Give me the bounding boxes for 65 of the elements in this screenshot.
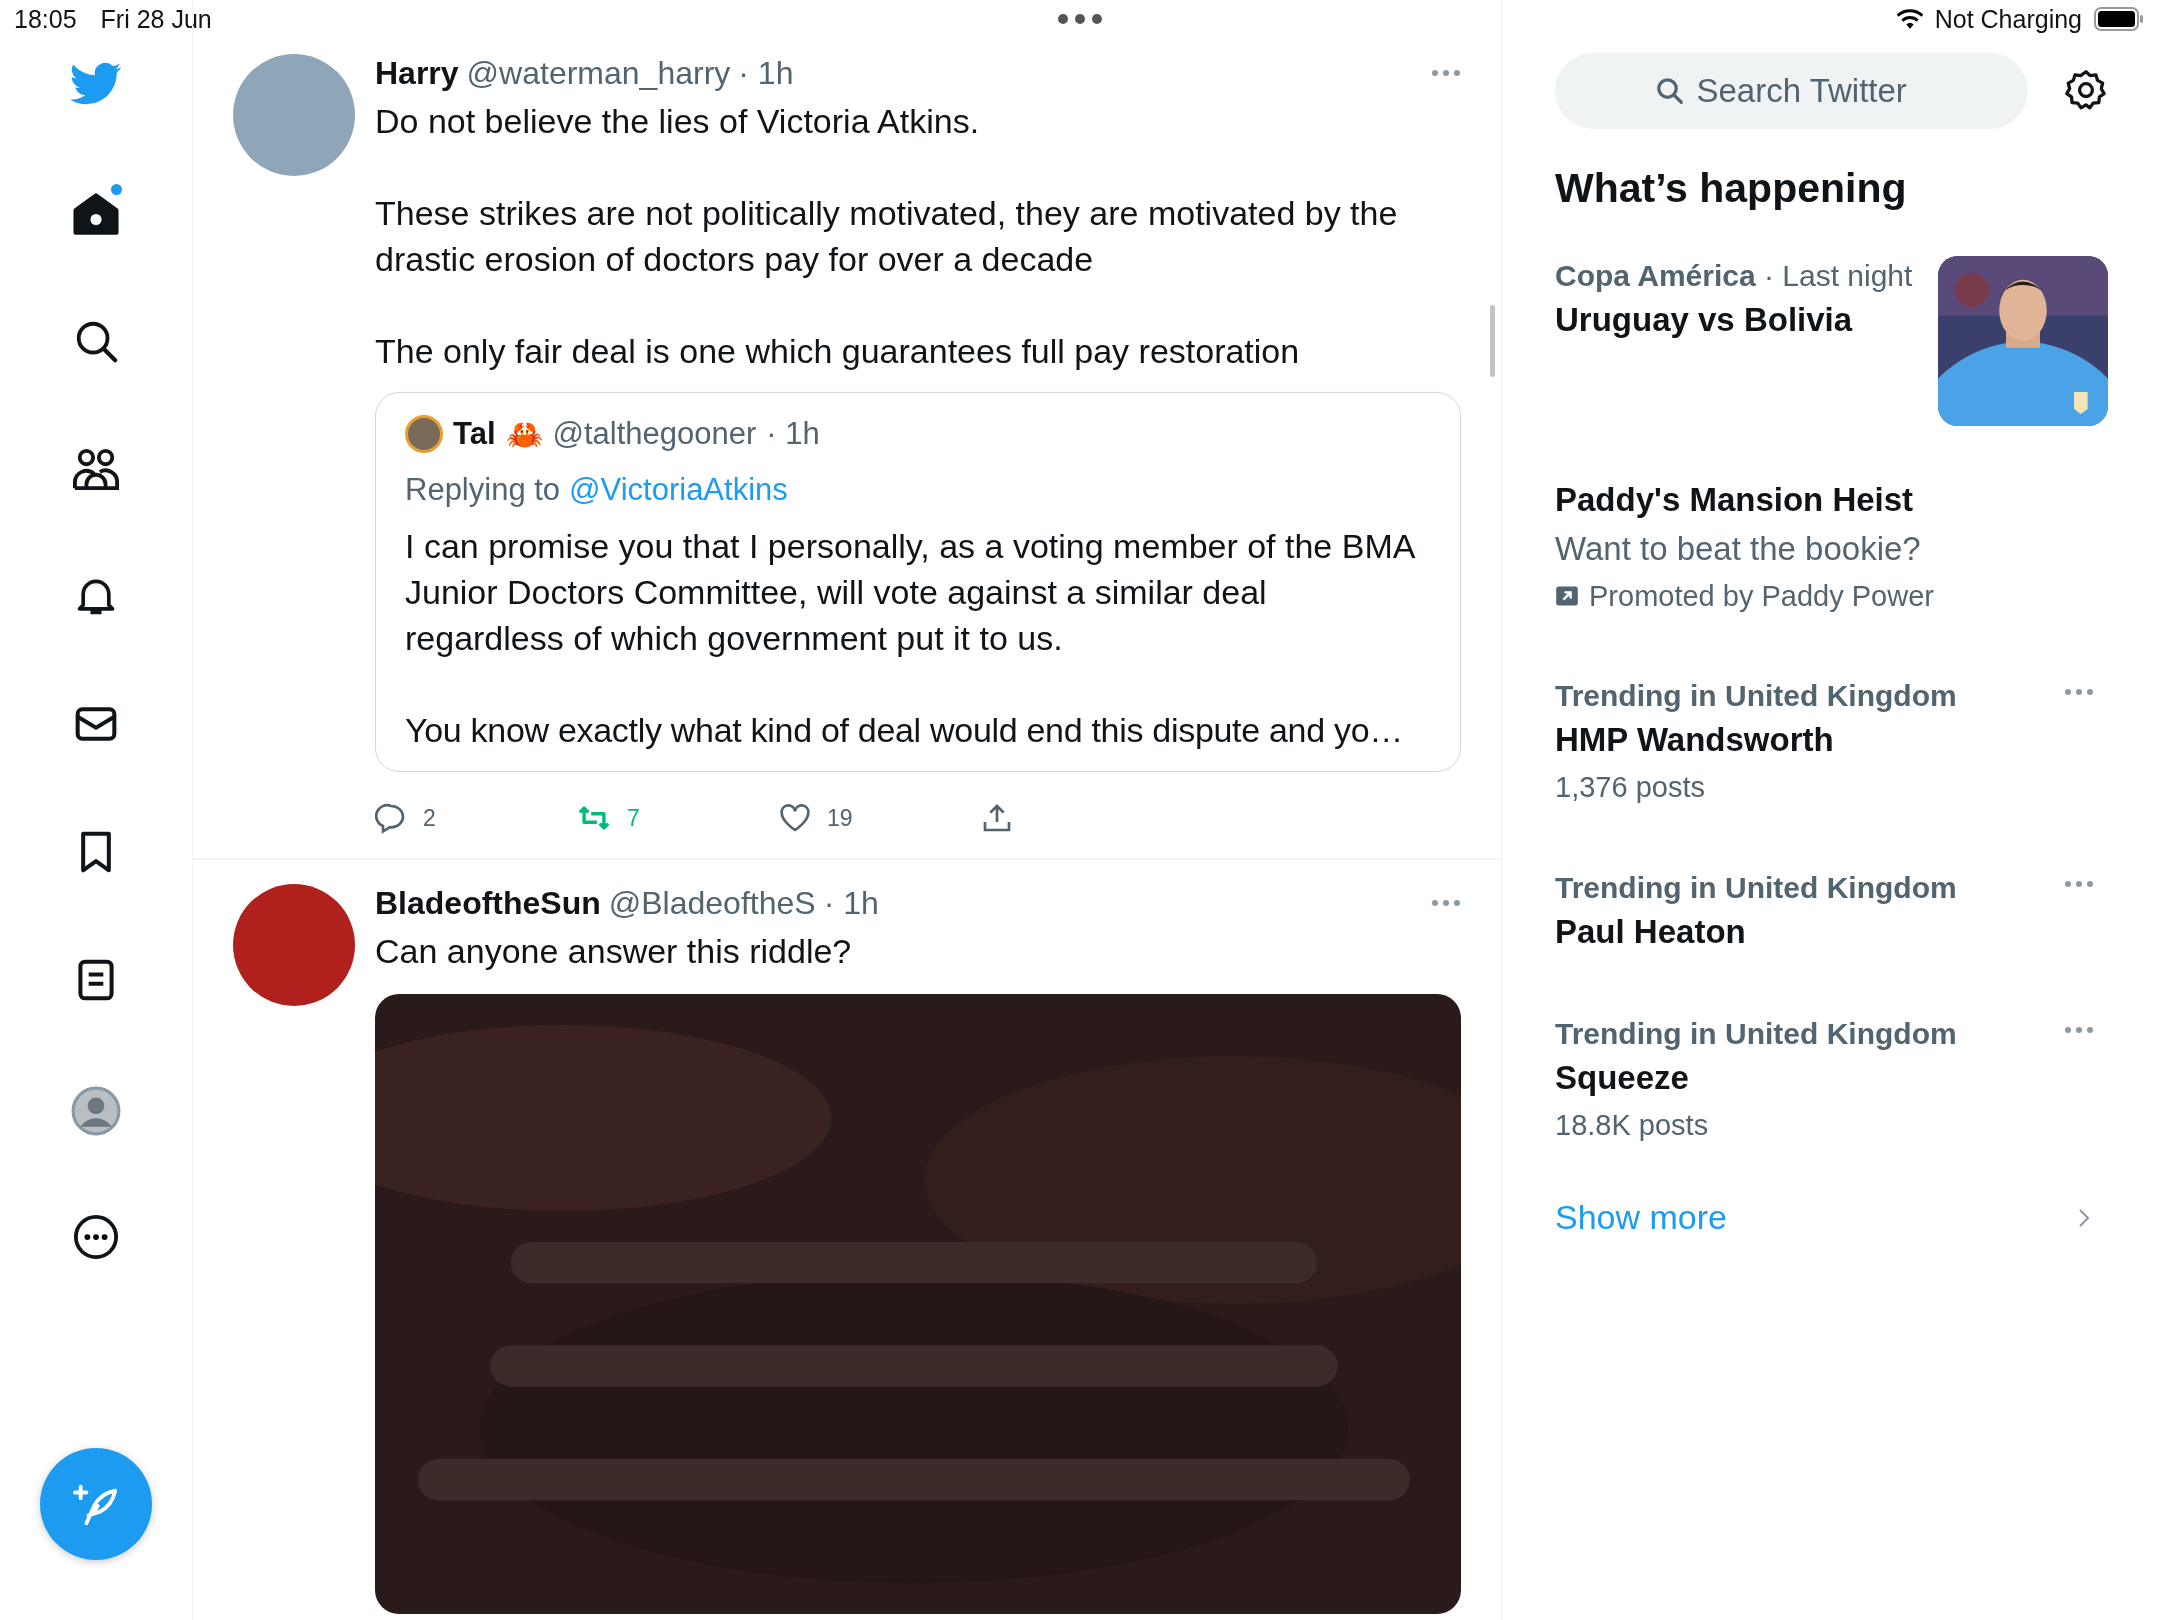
tweet-text: Do not believe the lies of Victoria Atkins. [375, 101, 981, 142]
compose-button[interactable] [40, 1448, 152, 1560]
replying-label: Replying to [405, 471, 561, 509]
trend-title[interactable]: HMP Wandsworth [1555, 716, 2064, 764]
tweet-time: · 1h [738, 54, 794, 92]
user-name[interactable]: Harry [375, 54, 459, 92]
share-icon[interactable] [981, 802, 1013, 834]
promoted-icon [1555, 584, 1579, 608]
section-title: What’s happening [1555, 165, 1908, 212]
trend-context: Trending in United Kingdom [1555, 678, 1958, 714]
tweet-text: These strikes are not politically motivated, they are motivated by the drastic erosion of doctors pay for over a decade [375, 193, 1399, 280]
user-handle: @talthegooner [552, 416, 757, 452]
home-icon[interactable] [72, 190, 120, 238]
status-time: 18:05 [14, 4, 77, 34]
tweet-text: I can promise you that I personally, as a voting member of the BMA Junior Doctors Committee, will vote against a similar deal regardless of which government put it to us. [405, 526, 1416, 659]
more-options-icon[interactable] [2064, 1026, 2094, 1034]
user-handle[interactable]: @waterman_harry [466, 54, 731, 92]
trend-context: Trending in United Kingdom [1555, 1016, 1958, 1052]
heart-icon[interactable] [779, 802, 811, 834]
scrollbar[interactable] [1490, 305, 1495, 377]
promo-subtitle: Want to beat the bookie? [1555, 529, 1922, 569]
tweet-text: The only fair deal is one which guarantees full pay restoration [375, 331, 1301, 372]
trend-context: Copa América [1555, 259, 1756, 292]
more-icon[interactable] [73, 1214, 119, 1260]
user-name[interactable]: BladeoftheSun [375, 884, 601, 922]
more-options-icon[interactable] [1431, 899, 1461, 907]
reply-count: 2 [423, 804, 436, 832]
more-options-icon[interactable] [1431, 69, 1461, 77]
trend-title[interactable]: Uruguay vs Bolivia [1555, 296, 1922, 344]
reply-icon[interactable] [375, 802, 407, 834]
tweet-time: · 1h [766, 416, 820, 452]
settings-icon[interactable] [2064, 69, 2108, 113]
trend-title[interactable]: Paul Heaton [1555, 908, 2064, 956]
post-count: 18.8K posts [1555, 1108, 1710, 1143]
like-count: 19 [827, 804, 853, 832]
battery-status: Not Charging [1934, 4, 2082, 34]
user-name: Tal [453, 416, 496, 452]
multitask-dots-icon[interactable] [1058, 14, 1102, 24]
tweet-text: Can anyone answer this riddle? [375, 931, 853, 972]
avatar-icon[interactable] [71, 1086, 121, 1136]
wifi-icon [1894, 8, 1925, 30]
trend-title[interactable]: Squeeze [1555, 1054, 2064, 1102]
crab-emoji: 🦀 [505, 416, 543, 452]
bird-logo-icon[interactable] [70, 62, 122, 106]
search-input[interactable]: Search Twitter [1694, 71, 1929, 111]
search-icon [1654, 76, 1685, 106]
more-options-icon[interactable] [2064, 880, 2094, 888]
tweet-time: · 1h [823, 884, 879, 922]
chevron-right-icon[interactable] [2078, 1207, 2090, 1228]
retweet-count: 7 [627, 804, 640, 832]
trend-context: Trending in United Kingdom [1555, 870, 1958, 906]
more-options-icon[interactable] [2064, 688, 2094, 696]
promoted-by-label: Promoted by Paddy Power [1589, 579, 1934, 614]
status-date: Fri 28 Jun [100, 4, 212, 34]
battery-icon [2094, 7, 2144, 31]
user-avatar [405, 415, 443, 453]
search-field[interactable]: Search Twitter [1555, 53, 2028, 129]
trend-title[interactable]: Paddy's Mansion Heist [1555, 476, 2108, 524]
tweet-text: You know exactly what kind of deal would end this dispute and yo… [405, 710, 1404, 751]
people-icon[interactable] [71, 446, 121, 492]
quoted-tweet-card[interactable] [375, 392, 1461, 772]
trend-time: · Last night [1763, 259, 1913, 292]
post-count: 1,376 posts [1555, 770, 1706, 805]
user-handle[interactable]: @BladeoftheS [608, 884, 816, 922]
new-posts-dot [111, 184, 122, 195]
